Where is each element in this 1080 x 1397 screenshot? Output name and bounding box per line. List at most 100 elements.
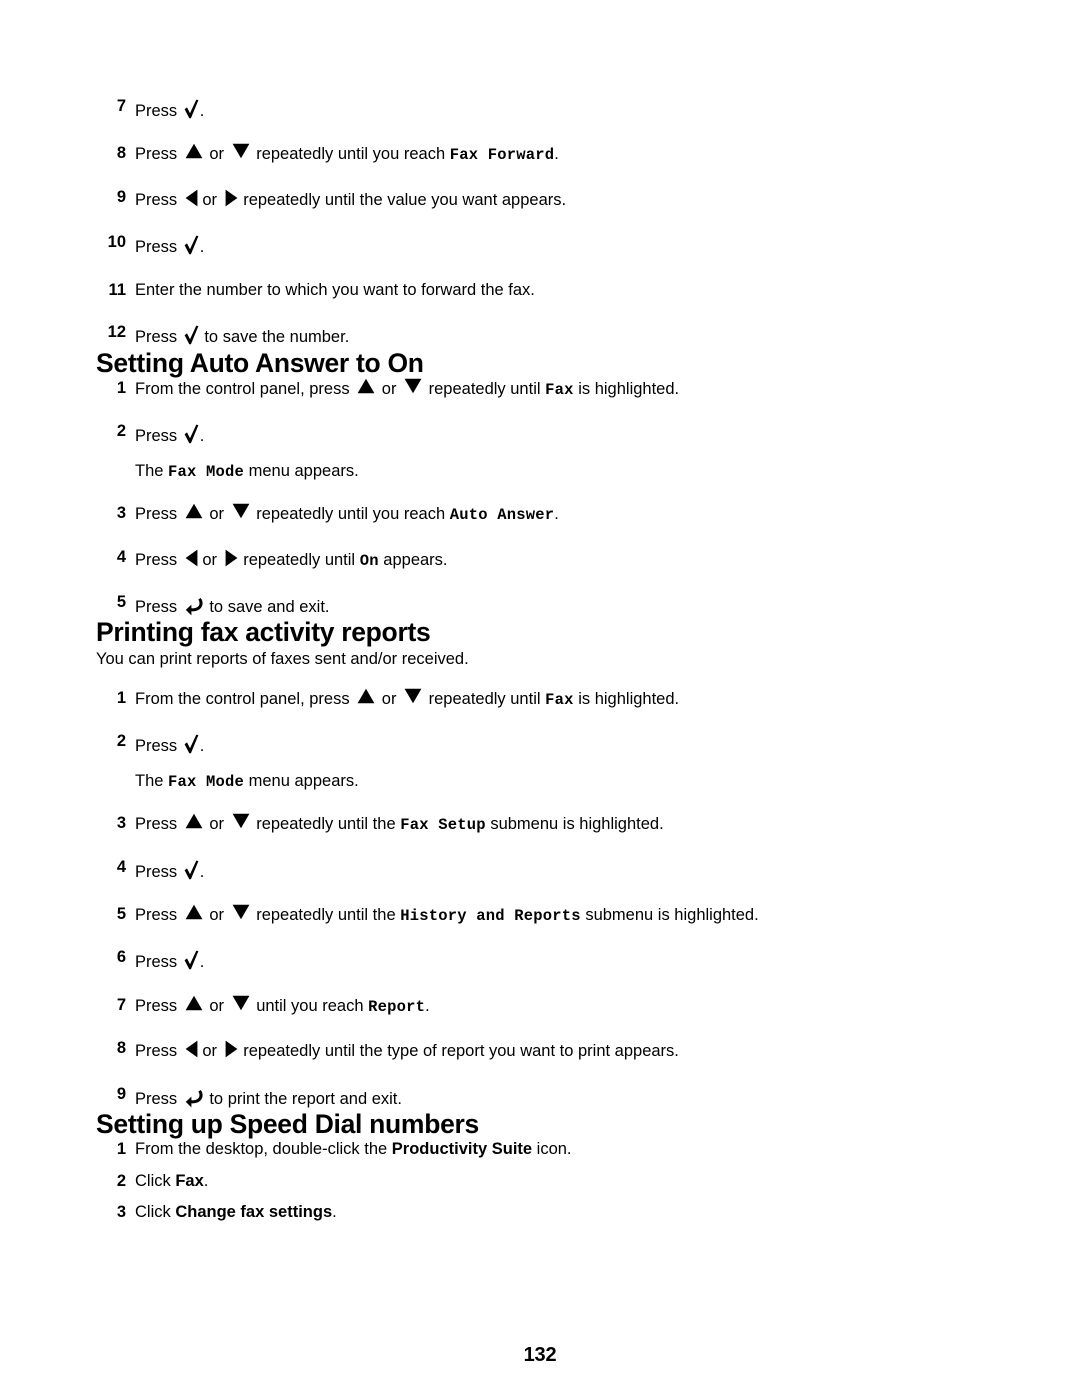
step-item: 3 Click Change fax settings. bbox=[96, 1202, 996, 1223]
step-text: Press bbox=[135, 238, 182, 257]
check-icon bbox=[184, 860, 199, 880]
step-number: 9 bbox=[116, 1084, 126, 1103]
lcd-label: Fax Forward bbox=[449, 146, 555, 165]
step-text: to save and exit. bbox=[204, 597, 330, 616]
down-arrow-icon bbox=[232, 995, 250, 1011]
step-number: 1 bbox=[116, 378, 126, 397]
step-item: 9 Press to print the report and exit. bbox=[96, 1084, 996, 1110]
step-text: repeatedly until bbox=[238, 550, 360, 569]
step-body: Press or repeatedly until the type of re… bbox=[135, 1038, 996, 1062]
step-number: 5 bbox=[116, 592, 126, 611]
step-text: Press bbox=[135, 737, 182, 756]
lcd-label: Fax bbox=[545, 380, 574, 399]
up-arrow-icon bbox=[357, 688, 375, 704]
step-text: Press bbox=[135, 953, 182, 972]
step-text: . bbox=[332, 1203, 337, 1222]
step-item: 9 Press or repeatedly until the value you… bbox=[96, 187, 996, 211]
step-text: . bbox=[554, 505, 559, 524]
step-item: 10 Press . bbox=[96, 232, 996, 258]
step-text: repeatedly until bbox=[424, 379, 546, 398]
step-text: menu appears. bbox=[244, 771, 359, 790]
step-body: Press . bbox=[135, 96, 996, 122]
step-text: . bbox=[199, 737, 205, 756]
step-number: 7 bbox=[116, 995, 126, 1014]
step-text: The bbox=[135, 461, 169, 480]
step-text: Click bbox=[135, 1203, 176, 1222]
step-text: to save the number. bbox=[199, 328, 350, 347]
check-icon bbox=[184, 424, 199, 444]
step-text: Enter the number to which you want to fo… bbox=[135, 280, 535, 299]
step-number: 2 bbox=[116, 732, 126, 751]
step-text: From the desktop, double-click the bbox=[135, 1140, 392, 1159]
step-text: . bbox=[554, 145, 559, 164]
step-body: Press or repeatedly until the value you … bbox=[135, 187, 996, 211]
ui-control-label: Fax bbox=[175, 1171, 204, 1190]
up-arrow-icon bbox=[185, 503, 203, 519]
continued-steps-list: 7 Press . 8 Press or repeatedly until you r… bbox=[96, 96, 996, 349]
step-text: or bbox=[204, 905, 229, 924]
step-text: Press bbox=[135, 1042, 182, 1061]
lcd-label: Fax Mode bbox=[168, 772, 245, 791]
ui-control-label: Change fax settings bbox=[175, 1203, 333, 1222]
step-text: repeatedly until the type of report you … bbox=[238, 1042, 679, 1061]
lcd-label: History and Reports bbox=[400, 906, 581, 925]
left-arrow-icon bbox=[185, 549, 198, 567]
step-text: Click bbox=[135, 1171, 176, 1190]
step-body: Press to print the report and exit. bbox=[135, 1084, 996, 1110]
step-item: 8 Press or repeatedly until the type of r… bbox=[96, 1038, 996, 1062]
step-result-note: The Fax Mode menu appears. bbox=[135, 461, 996, 482]
step-number: 8 bbox=[116, 144, 126, 163]
step-number: 1 bbox=[116, 688, 126, 707]
step-body: Press or repeatedly until you reach Auto… bbox=[135, 503, 996, 525]
step-item: 1 From the control panel, press or repeat… bbox=[96, 378, 996, 400]
step-text: or bbox=[197, 1042, 222, 1061]
up-arrow-icon bbox=[185, 813, 203, 829]
step-number: 3 bbox=[116, 1203, 126, 1222]
step-item: 2 Click Fax. bbox=[96, 1171, 996, 1192]
page-content: 7 Press . 8 Press or repeatedly until you r… bbox=[96, 96, 996, 1234]
step-text: or bbox=[197, 550, 222, 569]
back-arrow-icon bbox=[185, 596, 204, 616]
step-number: 2 bbox=[116, 422, 126, 441]
heading-printing-fax-activity-reports: Printing fax activity reports bbox=[96, 617, 431, 648]
step-text: From the control panel, press bbox=[135, 689, 355, 708]
step-number: 2 bbox=[116, 1171, 126, 1190]
step-item: 11 Enter the number to which you want to … bbox=[96, 280, 996, 301]
auto-answer-steps-list: 1 From the control panel, press or repeat… bbox=[96, 378, 996, 619]
heading-setting-up-speed-dial-numbers: Setting up Speed Dial numbers bbox=[96, 1109, 479, 1140]
step-text: From the control panel, press bbox=[135, 379, 355, 398]
step-text: . bbox=[199, 238, 205, 257]
step-text: Press bbox=[135, 102, 182, 120]
left-arrow-icon bbox=[185, 189, 198, 207]
step-text: Press bbox=[135, 505, 182, 524]
down-arrow-icon bbox=[232, 143, 250, 159]
lcd-label: Fax Setup bbox=[400, 816, 486, 835]
step-text: until you reach bbox=[251, 996, 369, 1015]
step-item: 4 Press . bbox=[96, 857, 996, 883]
check-icon bbox=[184, 950, 199, 970]
step-text: Press bbox=[135, 145, 182, 164]
step-text: . bbox=[199, 862, 205, 881]
step-item: 5 Press or repeatedly until the History a… bbox=[96, 904, 996, 926]
step-number: 9 bbox=[116, 187, 126, 206]
step-number: 6 bbox=[116, 948, 126, 967]
up-arrow-icon bbox=[185, 143, 203, 159]
check-icon bbox=[184, 325, 199, 345]
step-item: 8 Press or repeatedly until you reach Fax… bbox=[96, 143, 996, 165]
step-text: or bbox=[204, 996, 229, 1015]
step-text: or bbox=[377, 379, 402, 398]
step-body: Enter the number to which you want to fo… bbox=[135, 280, 996, 301]
check-icon bbox=[184, 734, 199, 754]
step-body: Press . bbox=[135, 857, 996, 883]
step-text: . bbox=[425, 996, 430, 1015]
step-body: From the control panel, press or repeate… bbox=[135, 688, 996, 710]
step-text: is highlighted. bbox=[573, 689, 680, 708]
step-body: Click Fax. bbox=[135, 1171, 996, 1192]
document-page: 7 Press . 8 Press or repeatedly until you r… bbox=[0, 0, 1080, 1397]
step-item: 3 Press or repeatedly until you reach Aut… bbox=[96, 503, 996, 525]
step-body: Press or until you reach Report. bbox=[135, 995, 996, 1017]
down-arrow-icon bbox=[404, 378, 422, 394]
ui-control-label: Productivity Suite bbox=[391, 1140, 533, 1159]
step-text: repeatedly until the bbox=[251, 905, 401, 924]
step-number: 11 bbox=[108, 280, 126, 299]
